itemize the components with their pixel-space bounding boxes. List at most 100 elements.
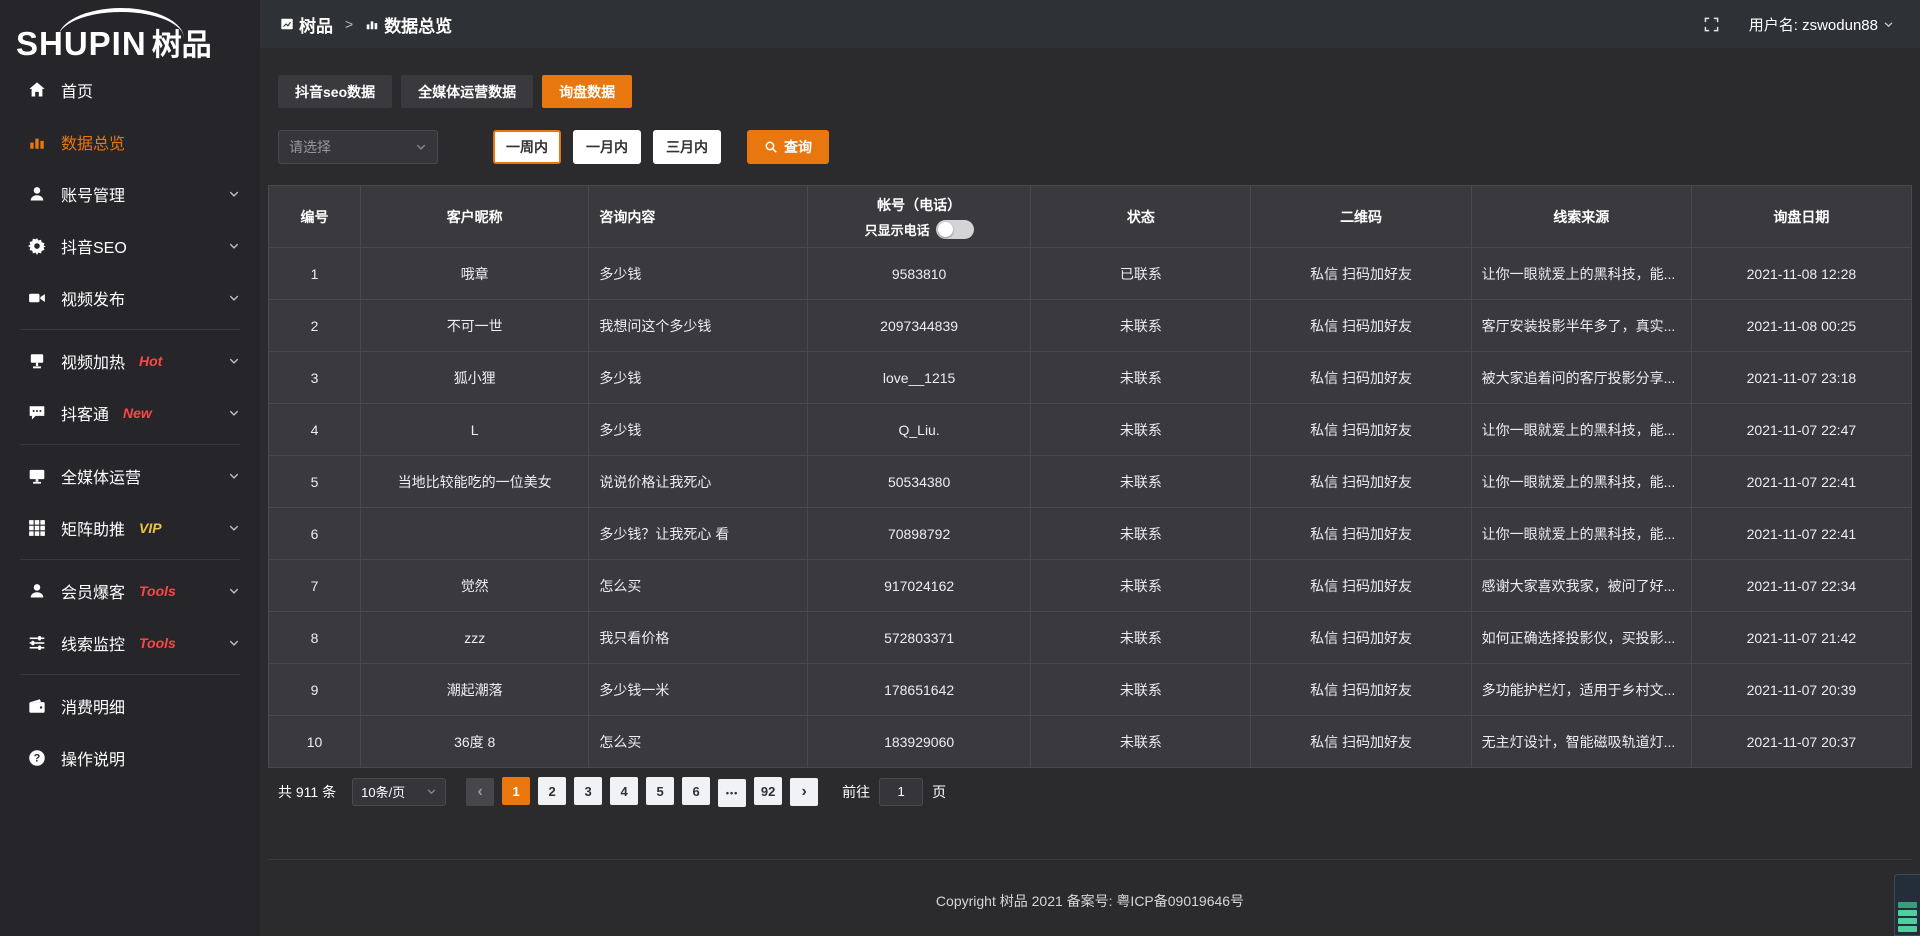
cell-status: 未联系 <box>1031 456 1251 508</box>
equalizer-bar <box>1898 910 1917 916</box>
cell-no: 4 <box>269 404 361 456</box>
sidebar-item-video-heating[interactable]: 视频加热Hot <box>0 335 260 387</box>
cell-source[interactable]: 多功能护栏灯，适用于乡村文... <box>1471 664 1691 716</box>
search-button[interactable]: 查询 <box>747 130 829 164</box>
page-button-5[interactable]: 5 <box>646 777 674 805</box>
tab-omni-media-data[interactable]: 全媒体运营数据 <box>401 75 533 108</box>
cell-no: 2 <box>269 300 361 352</box>
cell-source[interactable]: 让你一眼就爱上的黑科技，能... <box>1471 248 1691 300</box>
cell-content: 我想问这个多少钱 <box>589 300 808 352</box>
cell-source[interactable]: 让你一眼就爱上的黑科技，能... <box>1471 508 1691 560</box>
sidebar-item-label: 账号管理 <box>61 182 125 206</box>
cell-qr-action[interactable]: 私信 扫码加好友 <box>1251 664 1471 716</box>
sidebar-item-douyin-seo[interactable]: 抖音SEO <box>0 220 260 272</box>
sidebar-item-operation-guide[interactable]: ?操作说明 <box>0 732 260 784</box>
fullscreen-icon[interactable] <box>1704 17 1719 32</box>
dashboard-icon <box>280 17 294 31</box>
chevron-down-icon <box>1883 19 1894 30</box>
breadcrumb-separator: > <box>345 16 353 32</box>
goto-page-input[interactable] <box>879 778 923 806</box>
col-header-source: 线索来源 <box>1471 186 1691 248</box>
cell-qr-action[interactable]: 私信 扫码加好友 <box>1251 248 1471 300</box>
sidebar-divider <box>20 674 240 675</box>
cell-nickname: 哦章 <box>361 248 589 300</box>
sidebar-item-home[interactable]: 首页 <box>0 64 260 116</box>
page-button-6[interactable]: 6 <box>682 777 710 805</box>
page-size-value: 10条/页 <box>361 782 405 801</box>
prev-page-button[interactable]: ‹ <box>466 778 494 806</box>
user-menu[interactable]: 用户名: zswodun88 <box>1749 14 1894 35</box>
phone-only-toggle[interactable] <box>936 220 974 239</box>
cell-no: 8 <box>269 612 361 664</box>
cell-qr-action[interactable]: 私信 扫码加好友 <box>1251 612 1471 664</box>
sidebar-item-data-overview[interactable]: 数据总览 <box>0 116 260 168</box>
sidebar-item-consumption-detail[interactable]: 消费明细 <box>0 680 260 732</box>
cell-qr-action[interactable]: 私信 扫码加好友 <box>1251 508 1471 560</box>
cell-date: 2021-11-07 21:42 <box>1691 612 1911 664</box>
cell-status: 未联系 <box>1031 300 1251 352</box>
cell-nickname: 狐小狸 <box>361 352 589 404</box>
cell-source[interactable]: 客厅安装投影半年多了，真实... <box>1471 300 1691 352</box>
cell-qr-action[interactable]: 私信 扫码加好友 <box>1251 404 1471 456</box>
page-button-1[interactable]: 1 <box>502 777 530 805</box>
col-header-content: 咨询内容 <box>589 186 808 248</box>
cell-source[interactable]: 让你一眼就爱上的黑科技，能... <box>1471 404 1691 456</box>
page-button-2[interactable]: 2 <box>538 777 566 805</box>
breadcrumb-home[interactable]: 树品 <box>299 12 333 37</box>
cell-account: 178651642 <box>807 664 1030 716</box>
cell-qr-action[interactable]: 私信 扫码加好友 <box>1251 456 1471 508</box>
sidebar-item-badge: Tools <box>139 635 176 651</box>
tab-bar: 抖音seo数据全媒体运营数据询盘数据 <box>278 75 1912 108</box>
sidebar-item-member-baoke[interactable]: 会员爆客Tools <box>0 565 260 617</box>
more-pages-button[interactable]: ••• <box>718 779 746 807</box>
tab-douyin-seo-data[interactable]: 抖音seo数据 <box>278 75 392 108</box>
col-header-account: 帐号（电话） 只显示电话 <box>807 186 1030 248</box>
sidebar-item-account-management[interactable]: 账号管理 <box>0 168 260 220</box>
range-button-1[interactable]: 一月内 <box>573 130 641 164</box>
breadcrumb: 树品 > 数据总览 <box>280 12 452 37</box>
inquiry-table: 编号 客户昵称 咨询内容 帐号（电话） 只显示电话 状态 二维码 线索来源 <box>268 185 1912 768</box>
cell-source[interactable]: 如何正确选择投影仪，买投影... <box>1471 612 1691 664</box>
range-button-2[interactable]: 三月内 <box>653 130 721 164</box>
user-icon <box>28 184 48 204</box>
range-button-0[interactable]: 一周内 <box>493 130 561 164</box>
sidebar-item-video-publish[interactable]: 视频发布 <box>0 272 260 324</box>
sliders-icon <box>28 633 48 653</box>
cell-source[interactable]: 让你一眼就爱上的黑科技，能... <box>1471 456 1691 508</box>
next-page-button[interactable]: › <box>790 778 818 806</box>
table-row: 4L多少钱Q_Liu.未联系私信 扫码加好友让你一眼就爱上的黑科技，能...20… <box>269 404 1912 456</box>
cell-account: 183929060 <box>807 716 1030 768</box>
page-button-4[interactable]: 4 <box>610 777 638 805</box>
tab-inquiry-data[interactable]: 询盘数据 <box>542 75 632 108</box>
sidebar-item-clue-monitor[interactable]: 线索监控Tools <box>0 617 260 669</box>
sidebar-item-matrix-boost[interactable]: 矩阵助推VIP <box>0 502 260 554</box>
cell-qr-action[interactable]: 私信 扫码加好友 <box>1251 300 1471 352</box>
mini-equalizer-widget[interactable] <box>1894 874 1920 936</box>
page-button-92[interactable]: 92 <box>754 777 782 805</box>
sidebar-item-omni-media[interactable]: 全媒体运营 <box>0 450 260 502</box>
col-header-date: 询盘日期 <box>1691 186 1911 248</box>
chevron-left-icon: ‹ <box>477 784 482 800</box>
member-icon <box>28 581 48 601</box>
cell-account: 9583810 <box>807 248 1030 300</box>
page-size-select[interactable]: 10条/页 <box>352 778 446 806</box>
cell-account: 572803371 <box>807 612 1030 664</box>
cell-qr-action[interactable]: 私信 扫码加好友 <box>1251 560 1471 612</box>
cell-source[interactable]: 感谢大家喜欢我家，被问了好... <box>1471 560 1691 612</box>
cell-qr-action[interactable]: 私信 扫码加好友 <box>1251 716 1471 768</box>
cell-no: 5 <box>269 456 361 508</box>
cell-nickname: 当地比较能吃的一位美女 <box>361 456 589 508</box>
cell-source[interactable]: 被大家追着问的客厅投影分享... <box>1471 352 1691 404</box>
page-button-3[interactable]: 3 <box>574 777 602 805</box>
sidebar-item-douketong[interactable]: 抖客通New <box>0 387 260 439</box>
cell-qr-action[interactable]: 私信 扫码加好友 <box>1251 352 1471 404</box>
copyright-text: Copyright 树品 2021 备案号: 粤ICP备09019646号 <box>936 893 1244 909</box>
cell-status: 未联系 <box>1031 612 1251 664</box>
sidebar-divider <box>20 444 240 445</box>
chevron-right-icon: › <box>801 784 806 800</box>
filter-select[interactable]: 请选择 <box>278 130 438 164</box>
cell-source[interactable]: 无主灯设计，智能磁吸轨道灯... <box>1471 716 1691 768</box>
cell-nickname <box>361 508 589 560</box>
sidebar-item-badge: New <box>123 405 152 421</box>
sidebar-item-label: 消费明细 <box>61 694 125 718</box>
